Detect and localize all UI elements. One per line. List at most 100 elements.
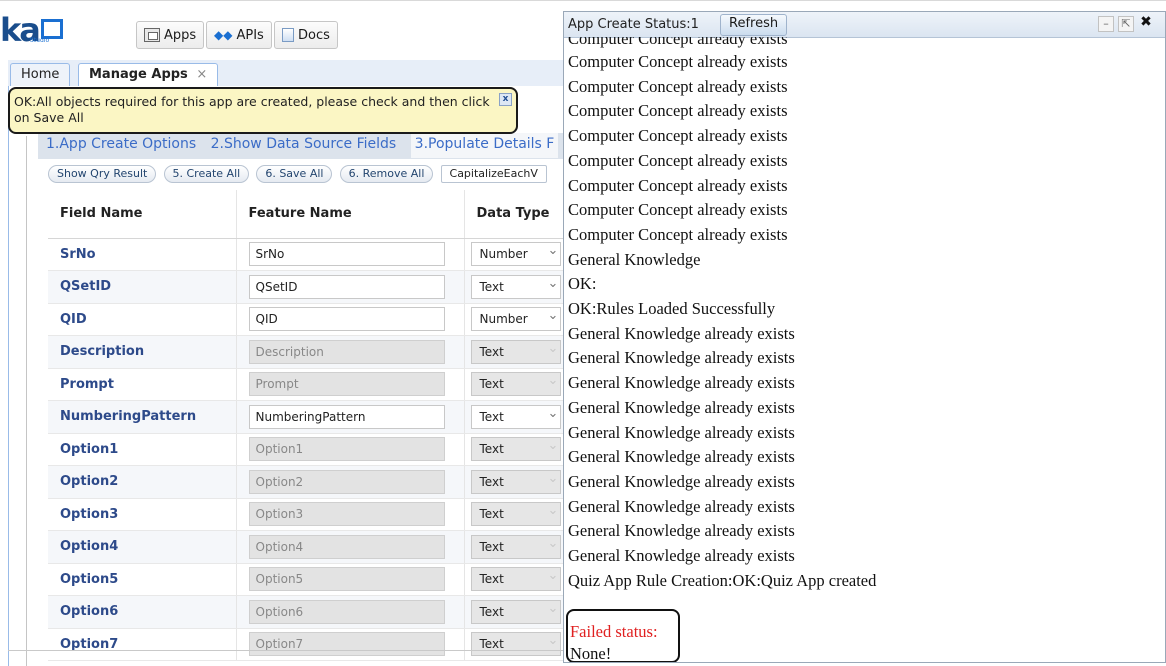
feature-name-input[interactable] <box>248 534 445 559</box>
table-row: SrNo Number <box>48 238 568 271</box>
close-icon[interactable]: × <box>196 67 207 82</box>
logo-square-icon <box>40 19 63 39</box>
data-type-value: Text <box>479 604 504 619</box>
data-type-value: Text <box>479 539 504 554</box>
data-type-select[interactable]: Text <box>470 404 561 429</box>
data-type-value: Text <box>479 572 504 587</box>
feature-name-input[interactable] <box>248 567 445 592</box>
feature-name-input[interactable] <box>248 372 445 397</box>
feature-name-cell <box>235 563 464 596</box>
tab-manage-apps-label: Manage Apps <box>89 67 188 82</box>
data-type-value: Number <box>479 247 528 262</box>
feature-name-input[interactable] <box>248 242 445 267</box>
data-type-select[interactable]: Text <box>470 274 561 299</box>
toast-close-icon[interactable]: x <box>499 93 512 106</box>
table-row: QSetID Text <box>48 270 568 304</box>
save-all-button[interactable]: 6. Save All <box>256 165 333 183</box>
feature-name-cell <box>235 238 464 271</box>
data-type-value: Text <box>479 344 504 359</box>
status-line: Computer Concept already exists <box>568 200 788 220</box>
field-name-cell: Option1 <box>48 433 236 466</box>
feature-name-input[interactable] <box>248 437 445 462</box>
feature-name-cell <box>235 595 464 629</box>
field-name-cell: NumberingPattern <box>48 400 236 434</box>
feature-name-cell <box>235 335 464 369</box>
feature-name-input[interactable] <box>248 339 445 364</box>
table-row: Description Text <box>48 335 568 369</box>
apps-button[interactable]: Apps <box>136 21 205 49</box>
capitalize-option[interactable]: CapitalizeEachV <box>440 165 547 183</box>
step-app-create-options[interactable]: 1.App Create Options <box>46 136 196 152</box>
close-icon[interactable]: ✖ <box>1138 15 1154 32</box>
data-type-select[interactable]: Text <box>470 502 561 527</box>
column-header-feature-name[interactable]: Feature Name <box>235 190 464 239</box>
field-name-cell: Prompt <box>48 368 236 401</box>
show-qry-result-button[interactable]: Show Qry Result <box>48 165 157 183</box>
step-show-data-source-fields[interactable]: 2.Show Data Source Fields <box>211 136 397 152</box>
data-type-value: Text <box>479 279 504 294</box>
status-line: Computer Concept already exists <box>568 224 788 244</box>
apis-button[interactable]: ◆◆ APIs <box>206 21 272 49</box>
table-row: Option1 Text <box>48 433 568 466</box>
feature-name-input[interactable] <box>248 502 445 527</box>
docs-icon <box>282 28 294 42</box>
logo-subtitle: Studio <box>30 37 50 44</box>
feature-name-input[interactable] <box>248 599 445 624</box>
data-type-cell: Number <box>463 303 568 336</box>
status-line: General Knowledge already exists <box>568 422 795 442</box>
status-line: General Knowledge already exists <box>568 471 795 491</box>
app-logo[interactable]: ka Studio <box>0 9 63 46</box>
refresh-button[interactable]: Refresh <box>720 14 788 36</box>
feature-name-input[interactable] <box>248 404 445 429</box>
status-line: Computer Concept already exists <box>568 126 788 146</box>
data-type-select[interactable]: Text <box>470 469 561 494</box>
grid-toolbar: Show Qry Result 5. Create All 6. Save Al… <box>48 165 568 187</box>
step-populate-details[interactable]: 3.Populate Details F <box>410 133 559 158</box>
tab-bar: Home Manage Apps × <box>8 60 568 89</box>
status-line: Computer Concept already exists <box>568 101 788 121</box>
failed-status-label: Failed status: <box>570 622 658 641</box>
column-header-data-type[interactable]: Data Type <box>463 190 568 239</box>
feature-name-input[interactable] <box>248 469 445 494</box>
data-type-select[interactable]: Text <box>470 339 561 364</box>
status-line-partial: Computer Concept already exists <box>568 37 788 48</box>
feature-name-cell <box>235 368 464 401</box>
status-line: OK:Rules Loaded Successfully <box>568 299 776 319</box>
status-line: Computer Concept already exists <box>568 76 788 96</box>
status-line: General Knowledge already exists <box>568 546 795 566</box>
tab-home[interactable]: Home <box>10 63 71 88</box>
field-name-cell: QID <box>48 303 236 336</box>
data-type-select[interactable]: Number <box>470 307 561 332</box>
minimize-icon[interactable]: – <box>1098 16 1114 32</box>
field-name-cell: Option3 <box>48 498 236 531</box>
status-window-header[interactable]: App Create Status:1 Refresh – ⇱ ✖ <box>564 12 1165 38</box>
data-type-value: Text <box>479 377 504 392</box>
data-type-select[interactable]: Text <box>470 372 561 397</box>
status-line: Quiz App Rule Creation:OK:Quiz App creat… <box>568 570 877 590</box>
data-type-select[interactable]: Text <box>470 599 561 624</box>
status-line: General Knowledge already exists <box>568 323 795 343</box>
popout-icon[interactable]: ⇱ <box>1118 16 1134 32</box>
data-type-cell: Number <box>463 238 568 271</box>
feature-name-cell <box>235 433 464 466</box>
apps-button-label: Apps <box>164 27 197 43</box>
data-type-select[interactable]: Text <box>470 437 561 462</box>
table-row: Option7 Text <box>48 628 568 661</box>
feature-name-input[interactable] <box>248 632 445 657</box>
docs-button[interactable]: Docs <box>274 21 338 49</box>
status-window-title: App Create Status:1 <box>568 17 699 32</box>
feature-name-input[interactable] <box>248 274 445 299</box>
field-name-cell: Option2 <box>48 465 236 499</box>
data-type-select[interactable]: Text <box>470 632 561 657</box>
create-all-button[interactable]: 5. Create All <box>163 165 250 183</box>
data-type-select[interactable]: Number <box>470 242 561 267</box>
data-type-select[interactable]: Text <box>470 534 561 559</box>
tab-home-label: Home <box>21 67 60 82</box>
remove-all-button[interactable]: 6. Remove All <box>339 165 434 183</box>
data-type-cell: Text <box>463 270 568 304</box>
apps-icon <box>144 28 160 42</box>
feature-name-input[interactable] <box>248 307 445 332</box>
data-type-cell: Text <box>463 465 568 499</box>
data-type-select[interactable]: Text <box>470 567 561 592</box>
column-header-field-name[interactable]: Field Name <box>48 190 236 239</box>
